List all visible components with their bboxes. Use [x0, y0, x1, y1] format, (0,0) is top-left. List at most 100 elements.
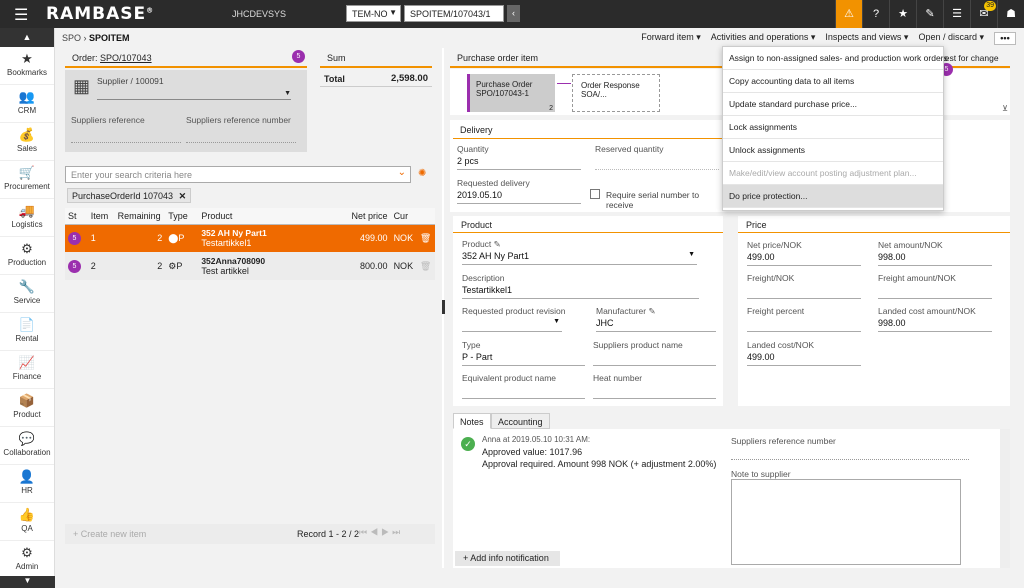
product-link[interactable]: 352Anna708090: [201, 256, 329, 266]
sidebar-item-sales[interactable]: 💰 Sales: [0, 123, 54, 161]
close-icon[interactable]: ✕: [179, 191, 187, 201]
sidebar-item-finance[interactable]: 📈 Finance: [0, 351, 54, 389]
sidebar-item-logistics[interactable]: 🚚 Logistics: [0, 199, 54, 237]
product-label: Product ✎: [462, 239, 501, 250]
add-info-notification-button[interactable]: + Add info notification: [455, 551, 560, 566]
sidebar-item-production[interactable]: ⚙ Production: [0, 237, 54, 275]
user-icon[interactable]: ☗: [997, 0, 1024, 28]
star-icon[interactable]: ★: [889, 0, 916, 28]
inspects-menu[interactable]: Inspects and views ▾: [825, 32, 908, 45]
back-button[interactable]: ‹: [507, 5, 520, 22]
manufacturer-field[interactable]: JHC: [596, 318, 716, 332]
suppliers-product-name-field[interactable]: [593, 352, 716, 366]
chevron-up-icon[interactable]: ▲: [0, 28, 54, 47]
requested-delivery-field[interactable]: 2019.05.10: [457, 190, 581, 204]
chevron-down-icon[interactable]: ⌄: [398, 167, 406, 178]
logo[interactable]: RAMBASE®: [46, 4, 154, 24]
landed-cost-amount-field[interactable]: 998.00: [878, 318, 992, 332]
description-field[interactable]: Testartikkel1: [462, 285, 699, 299]
freight-percent-field[interactable]: [747, 318, 861, 332]
column-header[interactable]: Type: [165, 208, 199, 225]
sidebar-item-admin[interactable]: ⚙ Admin: [0, 541, 54, 579]
forward-item-menu[interactable]: Forward item ▾: [641, 32, 701, 45]
product-link[interactable]: 352 AH Ny Part1: [201, 228, 329, 238]
company-select[interactable]: TEM-NO ▼: [346, 5, 401, 22]
table-row[interactable]: 5 2 2 ⚙P 352Anna708090 Test artikkel 800.…: [65, 252, 435, 280]
sidebar-item-label: Bookmarks: [6, 68, 47, 77]
expand-icon[interactable]: ⊻: [1002, 104, 1008, 113]
open-discard-menu[interactable]: Open / discard ▾: [918, 32, 984, 45]
order-link[interactable]: SPO/107043: [100, 53, 152, 63]
list-icon[interactable]: ☰: [943, 0, 970, 28]
sidebar-item-product[interactable]: 📦 Product: [0, 389, 54, 427]
menu-item-assign-work-orders[interactable]: Assign to non-assigned sales- and produc…: [723, 47, 948, 70]
landed-cost-field[interactable]: 499.00: [747, 352, 861, 366]
menu-icon[interactable]: ☰: [14, 5, 28, 25]
tab-accounting[interactable]: Accounting: [491, 413, 550, 429]
product-select[interactable]: 352 AH Ny Part1 ▼: [462, 251, 697, 265]
menu-item-price-protection[interactable]: Do price protection...: [723, 185, 943, 208]
menu-item-unlock-assignments[interactable]: Unlock assignments: [723, 139, 943, 162]
column-header[interactable]: St: [65, 208, 88, 225]
activities-menu[interactable]: Activities and operations ▾: [711, 32, 816, 45]
more-button[interactable]: •••: [994, 32, 1016, 45]
chevron-down-icon[interactable]: ▼: [0, 576, 55, 588]
column-header[interactable]: Remaining: [114, 208, 166, 225]
revision-select[interactable]: ▼: [462, 318, 562, 332]
reserved-quantity-field[interactable]: [595, 156, 719, 170]
help-icon[interactable]: ?: [862, 0, 889, 28]
edit-icon[interactable]: ✎: [648, 306, 655, 316]
serial-number-checkbox[interactable]: [590, 189, 600, 199]
purchase-order-node[interactable]: Purchase Order SPO/107043-1 2: [467, 74, 555, 112]
heat-number-field[interactable]: [593, 385, 716, 399]
suppliers-reference-number-field[interactable]: [731, 459, 969, 460]
breadcrumb-root[interactable]: SPO: [62, 33, 81, 43]
sidebar-item-hr[interactable]: 👤 HR: [0, 465, 54, 503]
create-new-item-button[interactable]: + Create new item: [73, 529, 146, 539]
menu-item-copy-accounting[interactable]: Copy accounting data to all items: [723, 70, 943, 93]
sidebar-item-procurement[interactable]: 🛒 Procurement: [0, 161, 54, 199]
suppliers-reference-field[interactable]: [71, 142, 181, 143]
menu-item-lock-assignments[interactable]: Lock assignments: [723, 116, 943, 139]
suppliers-reference-number-field[interactable]: [186, 142, 296, 143]
order-response-node[interactable]: Order Response SOA/...: [572, 74, 660, 112]
sidebar-item-crm[interactable]: 👥 CRM: [0, 85, 54, 123]
attachment-icon[interactable]: ✎: [916, 0, 943, 28]
freight-field[interactable]: [747, 285, 861, 299]
tab-notes[interactable]: Notes: [453, 413, 491, 429]
quantity-field[interactable]: 2 pcs: [457, 156, 581, 170]
pager-icons[interactable]: ⏮◀▶⏭: [359, 527, 403, 538]
sidebar-item-label: Logistics: [11, 220, 43, 229]
type-field[interactable]: P - Part: [462, 352, 585, 366]
net-amount-field[interactable]: 998.00: [878, 252, 992, 266]
equivalent-product-field[interactable]: [462, 385, 585, 399]
inbox-icon[interactable]: ✉ 39: [970, 0, 997, 28]
column-header[interactable]: Item: [87, 208, 115, 225]
delete-icon[interactable]: 🗑: [416, 252, 435, 280]
scrollbar[interactable]: [1000, 429, 1010, 568]
splitter-handle[interactable]: [442, 300, 445, 314]
note-to-supplier-textarea[interactable]: [731, 479, 961, 565]
sidebar-item-collaboration[interactable]: 💬 Collaboration: [0, 427, 54, 465]
settings-icon[interactable]: ✺: [418, 168, 426, 179]
column-header[interactable]: Net price: [332, 208, 391, 225]
menu-item-update-price[interactable]: Update standard purchase price...: [723, 93, 943, 116]
delete-icon[interactable]: 🗑: [416, 224, 435, 252]
freight-amount-field[interactable]: [878, 285, 992, 299]
supplier-link[interactable]: Supplier / 100091: [97, 76, 164, 86]
warning-icon[interactable]: ⚠: [835, 0, 862, 28]
column-header[interactable]: Product: [198, 208, 333, 225]
object-search-input[interactable]: SPOITEM/107043/1: [404, 5, 504, 22]
table-row[interactable]: 5 1 2 ⬤P 352 AH Ny Part1 Testartikkel1 49…: [65, 224, 435, 252]
status-cell: 5: [65, 252, 88, 280]
sidebar-item-qa[interactable]: 👍 QA: [0, 503, 54, 541]
sidebar-item-rental[interactable]: 📄 Rental: [0, 313, 54, 351]
sidebar-item-bookmarks[interactable]: ★ Bookmarks: [0, 47, 54, 85]
supplier-select[interactable]: ▼: [97, 90, 291, 100]
search-input[interactable]: Enter your search criteria here ⌄: [65, 166, 411, 183]
sidebar-item-service[interactable]: 🔧 Service: [0, 275, 54, 313]
edit-icon[interactable]: ✎: [494, 239, 501, 249]
column-header[interactable]: Cur: [390, 208, 417, 225]
request-for-change[interactable]: uest for change 5: [940, 53, 1010, 76]
net-price-field[interactable]: 499.00: [747, 252, 861, 266]
